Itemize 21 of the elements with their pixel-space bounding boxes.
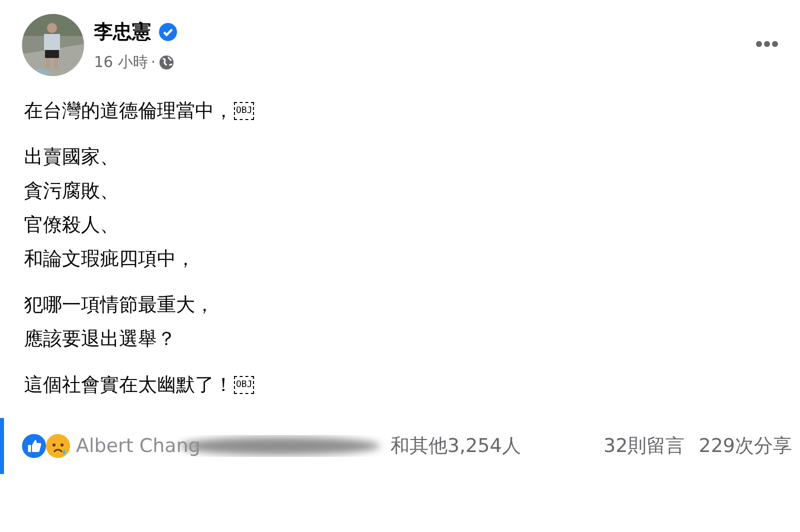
globe-icon (158, 54, 174, 70)
post-text-line: 出賣國家、 (24, 145, 119, 170)
shares-count[interactable]: 229次分享 (698, 433, 792, 459)
reactions-count[interactable]: 和其他3,254人 (390, 433, 521, 459)
post-text-line: 在台灣的道德倫理當中， (24, 99, 233, 124)
object-marker-label: OBJ (236, 106, 252, 116)
object-marker-label: OBJ (236, 380, 252, 390)
post-text-line: 這個社會實在太幽默了！ (24, 373, 233, 398)
more-options-icon[interactable] (756, 40, 778, 48)
post-text-line: 貪污腐敗、 (24, 179, 119, 204)
separator-dot: · (150, 53, 156, 71)
author-name[interactable]: 李忠憲 (94, 18, 151, 44)
like-icon[interactable] (22, 434, 46, 458)
post-time[interactable]: 16 小時 (94, 52, 148, 72)
post-text-line: 和論文瑕疵四項中， (24, 247, 195, 272)
comments-count[interactable]: 32則留言 (604, 433, 685, 459)
post-text-line: 應該要退出選舉？ (24, 327, 176, 352)
reactor-names[interactable]: Albert Chang (76, 435, 200, 457)
post-text-line: 官僚殺人、 (24, 213, 119, 238)
sad-face-icon[interactable] (46, 434, 70, 458)
post-text-line: 犯哪一項情節最重大， (24, 293, 214, 318)
